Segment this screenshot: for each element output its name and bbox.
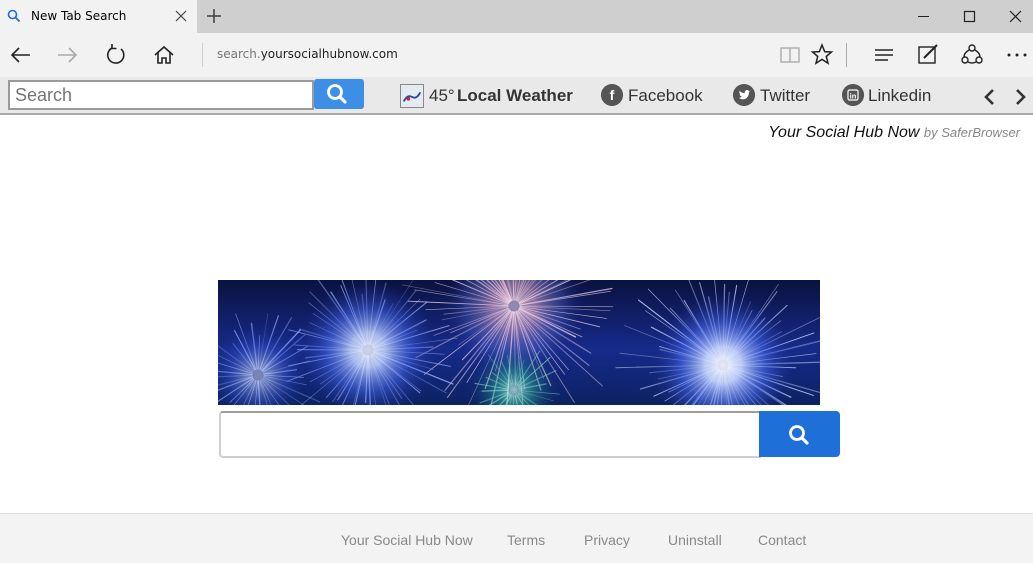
fireworks-banner — [218, 280, 820, 405]
title-bar: New Tab Search — [0, 0, 1033, 33]
linkedin-icon: in — [842, 84, 864, 106]
twitter-icon — [733, 84, 755, 106]
divider — [202, 43, 203, 67]
twitter-link[interactable]: Twitter — [733, 84, 813, 108]
favorite-star-icon[interactable] — [808, 41, 836, 69]
forward-icon[interactable] — [54, 41, 82, 69]
linkedin-link[interactable]: in Linkedin — [842, 84, 932, 108]
facebook-icon: f — [601, 84, 623, 106]
footer-link-contact[interactable]: Contact — [758, 532, 806, 548]
svg-text:in: in — [850, 92, 857, 101]
main-search-input[interactable] — [219, 411, 761, 458]
extension-toolbar: 45° Local Weather f Facebook Twitter in … — [0, 77, 1033, 115]
browser-tab[interactable]: New Tab Search — [0, 0, 197, 33]
brand-by: by SaferBrowser — [923, 125, 1020, 140]
footer-link-uninstall[interactable]: Uninstall — [668, 532, 722, 548]
reading-view-icon[interactable] — [776, 41, 804, 69]
footer-link-terms[interactable]: Terms — [507, 532, 545, 548]
minimize-icon[interactable] — [900, 0, 946, 33]
search-icon — [789, 425, 809, 445]
maximize-icon[interactable] — [946, 0, 992, 33]
url-host: yoursocialhubnow.com — [260, 47, 398, 61]
brand-header: Your Social Hub Now by SaferBrowser — [768, 124, 1020, 142]
plus-icon[interactable] — [204, 6, 224, 26]
search-icon — [7, 9, 21, 23]
footer-link-home[interactable]: Your Social Hub Now — [341, 532, 473, 548]
tab-title: New Tab Search — [31, 9, 127, 23]
back-icon[interactable] — [6, 41, 34, 69]
web-note-icon[interactable] — [914, 41, 942, 69]
footer-link-privacy[interactable]: Privacy — [584, 532, 630, 548]
main-search-button[interactable] — [759, 411, 840, 457]
linkedin-label: Linkedin — [868, 86, 932, 105]
brand-name: Your Social Hub Now — [768, 124, 920, 141]
chevron-left-icon[interactable] — [979, 86, 1001, 108]
close-icon[interactable] — [172, 7, 190, 25]
twitter-label: Twitter — [760, 86, 811, 105]
url-prefix: search. — [217, 47, 261, 61]
toolbar-search-button[interactable] — [314, 79, 364, 109]
divider — [846, 43, 847, 67]
facebook-link[interactable]: f Facebook — [601, 84, 703, 108]
search-icon — [327, 84, 347, 104]
navigation-bar: search.yoursocialhubnow.com — [0, 33, 1033, 77]
hub-icon[interactable] — [870, 41, 898, 69]
share-icon[interactable] — [958, 41, 986, 69]
weather-temperature: 45° — [429, 86, 455, 105]
footer: Your Social Hub Now Terms Privacy Uninst… — [0, 513, 1033, 563]
weather-icon — [400, 84, 424, 108]
chevron-right-icon[interactable] — [1010, 86, 1032, 108]
weather-widget[interactable]: 45° Local Weather — [400, 84, 573, 108]
toolbar-search-input[interactable] — [8, 80, 314, 110]
more-icon[interactable] — [1003, 41, 1031, 69]
refresh-icon[interactable] — [102, 41, 130, 69]
address-bar[interactable]: search.yoursocialhubnow.com — [217, 47, 398, 61]
home-icon[interactable] — [150, 41, 178, 69]
close-window-icon[interactable] — [992, 0, 1033, 33]
facebook-label: Facebook — [628, 86, 703, 105]
svg-text:f: f — [610, 87, 615, 103]
weather-label: Local Weather — [457, 86, 573, 105]
